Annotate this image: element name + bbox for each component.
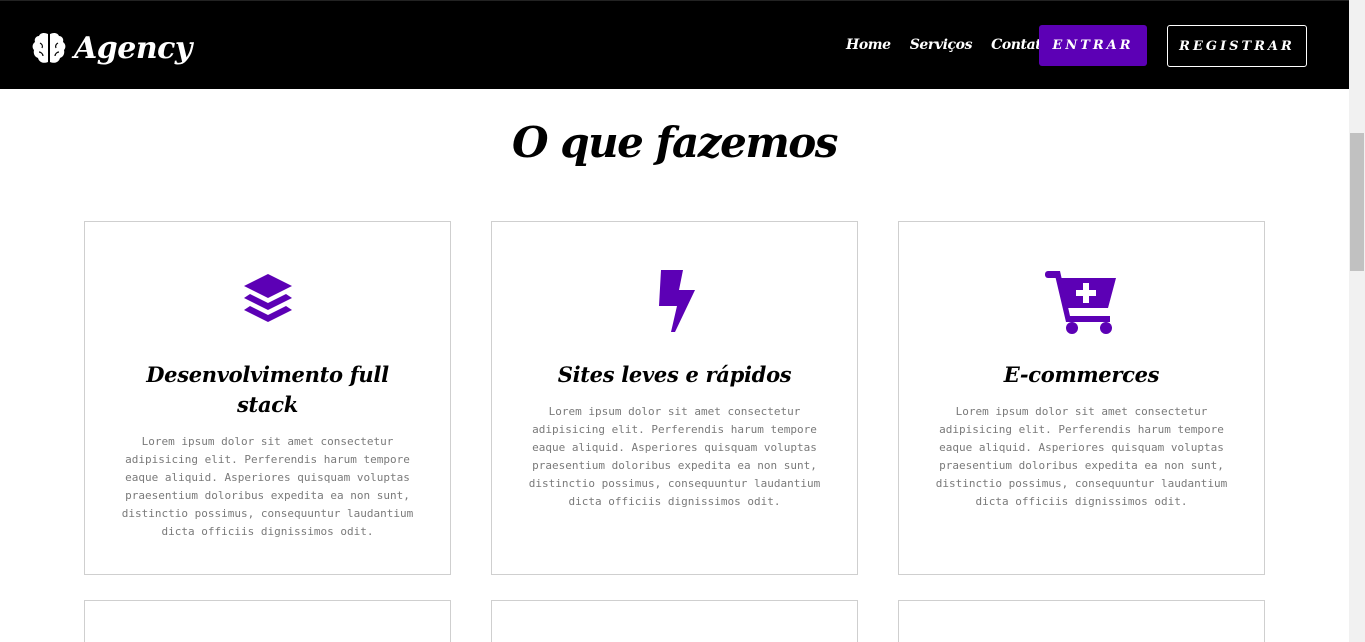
entrar-button[interactable]: ENTRAR — [1039, 25, 1147, 66]
service-title: Desenvolvimento full stack — [146, 362, 389, 417]
service-card: E-commerces Lorem ipsum dolor sit amet c… — [898, 221, 1265, 575]
service-description: Lorem ipsum dolor sit amet consectetur a… — [121, 435, 414, 538]
service-card — [898, 600, 1265, 642]
layers-icon — [243, 274, 292, 322]
service-title: E-commerces — [1003, 362, 1160, 387]
nav-links: Home Serviços Contato — [846, 37, 1069, 53]
service-title: Sites leves e rápidos — [557, 362, 792, 387]
scrollbar-thumb[interactable] — [1350, 133, 1364, 271]
navbar: Agency Home Serviços Contato ENTRAR REGI… — [0, 0, 1349, 89]
page-scrollbar[interactable] — [1349, 0, 1365, 642]
bolt-icon — [658, 270, 695, 332]
brain-icon — [32, 32, 66, 63]
nav-link-home[interactable]: Home — [846, 37, 891, 53]
cart-plus-icon — [1044, 271, 1116, 334]
service-card — [84, 600, 451, 642]
registrar-button[interactable]: REGISTRAR — [1167, 25, 1307, 67]
section-title: O que fazemos — [512, 118, 838, 167]
service-card — [491, 600, 858, 642]
brand-logo[interactable]: Agency — [31, 28, 192, 68]
brand-name: Agency — [74, 30, 192, 66]
nav-link-servicos[interactable]: Serviços — [910, 37, 973, 53]
service-description: Lorem ipsum dolor sit amet consectetur a… — [528, 405, 821, 508]
service-description: Lorem ipsum dolor sit amet consectetur a… — [935, 405, 1228, 508]
service-card: Sites leves e rápidos Lorem ipsum dolor … — [491, 221, 858, 575]
service-card: Desenvolvimento full stack Lorem ipsum d… — [84, 221, 451, 575]
